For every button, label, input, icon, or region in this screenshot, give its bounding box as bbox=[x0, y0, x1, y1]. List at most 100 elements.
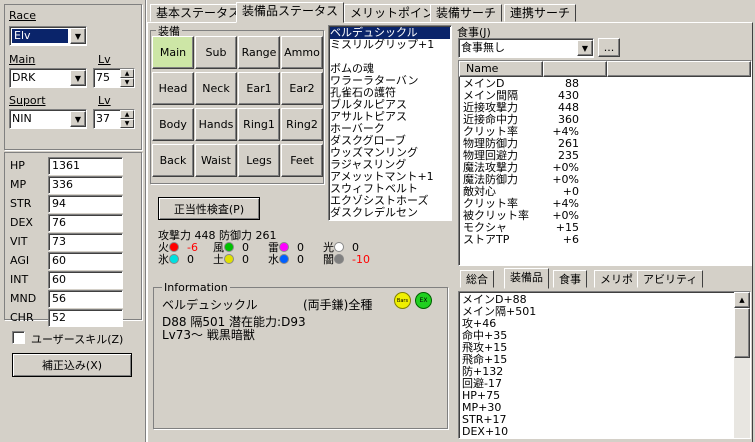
sub-tab-4[interactable]: アビリティ bbox=[637, 270, 704, 288]
support-lv-label: Lv bbox=[98, 94, 111, 107]
slot-ear2[interactable]: Ear2 bbox=[281, 72, 323, 105]
element-dot-icon bbox=[279, 254, 289, 264]
item-row[interactable]: ミスリルグリップ+1 bbox=[330, 39, 450, 51]
food-select[interactable]: 食事無し ▼ bbox=[458, 38, 594, 58]
stat-row: STR 94 bbox=[8, 194, 130, 213]
sub-tab-2[interactable]: 食事 bbox=[553, 270, 587, 288]
stat-value[interactable]: 52 bbox=[48, 308, 123, 327]
scroll-up-icon[interactable]: ▲ bbox=[734, 292, 750, 308]
status-header[interactable]: Name bbox=[459, 61, 543, 77]
sub-tab-1[interactable]: 装備品 bbox=[504, 268, 549, 289]
stat-label: STR bbox=[10, 197, 32, 210]
slot-ammo[interactable]: Ammo bbox=[281, 36, 323, 69]
chevron-down-icon[interactable]: ▼ bbox=[70, 28, 86, 44]
food-browse-button[interactable]: ... bbox=[598, 38, 620, 57]
status-header-value[interactable] bbox=[543, 61, 607, 77]
slot-back[interactable]: Back bbox=[152, 144, 194, 177]
slot-head[interactable]: Head bbox=[152, 72, 194, 105]
user-skill-label: ユーザースキル(Z) bbox=[31, 333, 124, 346]
chevron-down-icon[interactable]: ▼ bbox=[577, 40, 593, 56]
main-lv-stepper[interactable]: 75 ▲ ▼ bbox=[93, 68, 135, 88]
stat-row: DEX 76 bbox=[8, 213, 130, 232]
effects-list[interactable]: メインD+88 メイン隔+501 攻+46 命中+35 飛攻+15 飛命+15 防+132 回… bbox=[458, 291, 751, 439]
status-list[interactable]: Name メインD 88 メイン間隔 430 近接攻撃力 448 近接命中力 360 クリット率… bbox=[458, 60, 752, 266]
item-row[interactable]: ダスクレデルセン bbox=[330, 207, 450, 219]
stat-row: CHR 52 bbox=[8, 308, 130, 327]
tab-4[interactable]: 連携サーチ bbox=[504, 4, 577, 22]
slot-range[interactable]: Range bbox=[238, 36, 280, 69]
scroll-thumb[interactable] bbox=[734, 308, 750, 358]
status-row: 魔法防御力 +0% bbox=[463, 174, 751, 186]
stat-value[interactable]: 76 bbox=[48, 213, 123, 232]
status-name: ストアTP bbox=[463, 233, 510, 246]
slot-ear1[interactable]: Ear1 bbox=[238, 72, 280, 105]
spin-up-icon[interactable]: ▲ bbox=[120, 69, 134, 78]
chevron-down-icon[interactable]: ▼ bbox=[70, 70, 86, 86]
stat-label: INT bbox=[10, 273, 29, 286]
slot-sub[interactable]: Sub bbox=[195, 36, 237, 69]
main-label: Main bbox=[9, 53, 36, 66]
effect-row: 飛命+15 bbox=[462, 353, 508, 366]
slot-main[interactable]: Main bbox=[152, 36, 194, 69]
tab-1[interactable]: 装備品ステータス bbox=[236, 2, 345, 23]
tab-3[interactable]: 装備サーチ bbox=[430, 4, 503, 22]
equipped-items-list[interactable]: ベルデュシックル ミスリルグリップ+1 ボムの魂 ワラーラターバン 孔雀石の護符 ブルタル… bbox=[328, 25, 452, 221]
check-button[interactable]: 正当性検査(P) bbox=[158, 197, 260, 220]
slot-waist[interactable]: Waist bbox=[195, 144, 237, 177]
info-line-2: Lv73〜 戦黒暗獣 bbox=[162, 328, 255, 342]
stat-label: MP bbox=[10, 178, 27, 191]
effects-scrollbar[interactable]: ▲ bbox=[734, 292, 750, 438]
stats-list: HP 1361 MP 336 STR 94 DEX 76 VIT 73 AGI 60 INT 60 MND 5… bbox=[8, 156, 130, 327]
support-lv-value: 37 bbox=[96, 112, 110, 125]
spin-down-icon[interactable]: ▼ bbox=[120, 78, 134, 87]
stat-row: HP 1361 bbox=[8, 156, 130, 175]
stat-label: MND bbox=[10, 292, 37, 305]
stat-value[interactable]: 73 bbox=[48, 232, 123, 251]
stat-value[interactable]: 60 bbox=[48, 251, 123, 270]
status-header-extra[interactable] bbox=[607, 61, 751, 77]
effect-row: HP+75 bbox=[462, 389, 501, 402]
element-resist: 土0 bbox=[213, 251, 249, 267]
stat-row: MP 336 bbox=[8, 175, 130, 194]
slot-feet[interactable]: Feet bbox=[281, 144, 323, 177]
ex-badge: EX bbox=[415, 292, 432, 309]
slot-body[interactable]: Body bbox=[152, 108, 194, 141]
sub-tab-bar: 総合 装備品 食事 メリポ アビリティ bbox=[458, 268, 752, 290]
sub-tab-3[interactable]: メリポ bbox=[594, 270, 639, 288]
spin-down-icon[interactable]: ▼ bbox=[120, 119, 134, 128]
stat-value[interactable]: 56 bbox=[48, 289, 123, 308]
element-value: 0 bbox=[297, 253, 304, 266]
bars-badge: Bars bbox=[394, 292, 411, 309]
race-select[interactable]: Elv ▼ bbox=[9, 26, 87, 46]
tab-bar: 基本ステータス 装備品ステータス メリットポイント 装備サーチ 連携サーチ bbox=[148, 0, 748, 24]
sub-tab-0[interactable]: 総合 bbox=[460, 270, 494, 288]
element-name: 水 bbox=[268, 253, 279, 266]
correction-button[interactable]: 補正込み(X) bbox=[12, 353, 132, 377]
status-rows: メインD 88 メイン間隔 430 近接攻撃力 448 近接命中力 360 クリット率 +4% 物理… bbox=[459, 77, 751, 246]
slot-hands[interactable]: Hands bbox=[195, 108, 237, 141]
slot-neck[interactable]: Neck bbox=[195, 72, 237, 105]
stat-value[interactable]: 94 bbox=[48, 194, 123, 213]
info-item-type: (両手鎌)全種 bbox=[303, 298, 373, 312]
tab-0[interactable]: 基本ステータス bbox=[150, 4, 247, 22]
stat-value[interactable]: 1361 bbox=[48, 156, 123, 175]
support-job-select[interactable]: NIN ▼ bbox=[9, 109, 87, 129]
slot-legs[interactable]: Legs bbox=[238, 144, 280, 177]
main-lv-value: 75 bbox=[96, 71, 110, 84]
slot-ring2[interactable]: Ring2 bbox=[281, 108, 323, 141]
stat-label: DEX bbox=[10, 216, 33, 229]
main-job-value: DRK bbox=[12, 71, 36, 84]
user-skill-checkbox[interactable] bbox=[12, 331, 25, 344]
element-dot-icon bbox=[224, 254, 234, 264]
spin-up-icon[interactable]: ▲ bbox=[120, 110, 134, 119]
support-lv-stepper[interactable]: 37 ▲ ▼ bbox=[93, 109, 135, 129]
stat-value[interactable]: 336 bbox=[48, 175, 123, 194]
main-job-select[interactable]: DRK ▼ bbox=[9, 68, 87, 88]
chevron-down-icon[interactable]: ▼ bbox=[70, 111, 86, 127]
main-lv-label: Lv bbox=[98, 53, 111, 66]
stat-label: CHR bbox=[10, 311, 34, 324]
element-value: 0 bbox=[242, 253, 249, 266]
slot-ring1[interactable]: Ring1 bbox=[238, 108, 280, 141]
element-name: 氷 bbox=[158, 253, 169, 266]
stat-value[interactable]: 60 bbox=[48, 270, 123, 289]
